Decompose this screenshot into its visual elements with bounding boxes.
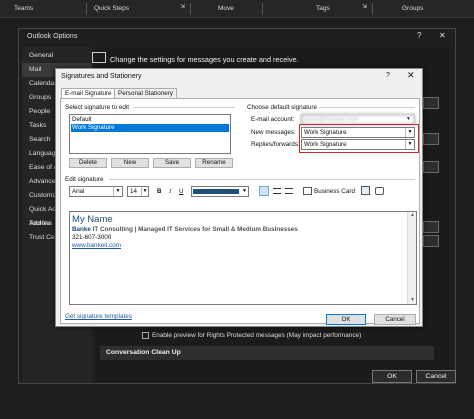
ribbon-group-tags: Tags	[316, 5, 330, 12]
divider	[133, 107, 235, 108]
scroll-up-icon[interactable]: ▲	[410, 212, 415, 218]
insert-hyperlink-icon[interactable]	[375, 187, 384, 195]
new-messages-value: Work Signature	[304, 129, 347, 136]
replies-forwards-label: Replies/forwards:	[251, 141, 300, 148]
options-side-button[interactable]	[423, 235, 439, 247]
ribbon-group-move: Move	[218, 5, 234, 12]
divider	[319, 107, 415, 108]
options-side-button[interactable]	[423, 97, 439, 109]
signature-editor[interactable]: My Name Banke IT Consulting | Managed IT…	[69, 211, 417, 305]
nav-item-general[interactable]: General	[22, 49, 92, 63]
signature-list[interactable]: Default Work Signature	[69, 114, 231, 154]
ribbon-divider	[190, 3, 191, 15]
options-cancel-button[interactable]: Cancel	[416, 370, 456, 383]
choose-default-label: Choose default signature	[247, 104, 318, 111]
business-card-button[interactable]: Business Card	[314, 188, 355, 195]
signature-company: Banke IT Consulting | Managed IT Service…	[72, 226, 298, 233]
select-signature-label: Select signature to edit	[65, 104, 130, 111]
ribbon-group-groups: Groups	[402, 5, 424, 12]
new-messages-label: New messages:	[251, 129, 296, 136]
options-side-button[interactable]	[423, 133, 439, 145]
font-color-select[interactable]: ▼	[191, 186, 249, 197]
scroll-down-icon[interactable]: ▼	[410, 297, 415, 303]
font-color-swatch	[193, 189, 239, 194]
ribbon-group-bar: Teams Quick Steps ⇲ Move Tags ⇲ Groups	[0, 0, 474, 18]
insert-picture-icon[interactable]	[361, 186, 370, 195]
signatures-dialog: Signatures and Stationery ? ✕ E-mail Sig…	[55, 68, 423, 327]
bold-button[interactable]: B	[157, 188, 161, 198]
email-signature-panel: Select signature to edit Default Work Si…	[60, 98, 420, 324]
new-messages-select[interactable]: Work Signature ▼	[301, 127, 415, 138]
window-title: Outlook Options	[27, 33, 78, 40]
section-title: Conversation Clean Up	[106, 349, 181, 356]
chevron-down-icon[interactable]: ▼	[113, 187, 122, 196]
signature-phone: 321-607-3000	[72, 234, 112, 241]
dialog-title: Signatures and Stationery	[61, 73, 142, 80]
chevron-down-icon[interactable]: ▼	[242, 188, 247, 194]
dialog-launcher-icon[interactable]: ⇲	[180, 3, 185, 10]
delete-button[interactable]: Delete	[69, 158, 107, 168]
divider	[109, 179, 415, 180]
close-button[interactable]: ✕	[407, 70, 415, 81]
get-signature-templates-link[interactable]: Get signature templates	[65, 313, 132, 320]
list-item[interactable]: Work Signature	[71, 124, 229, 132]
envelope-icon	[92, 52, 106, 63]
section-conversation-clean-up: Conversation Clean Up	[100, 346, 434, 360]
options-header-text: Change the settings for messages you cre…	[110, 55, 299, 64]
italic-button[interactable]: I	[169, 188, 171, 198]
ribbon-divider	[372, 3, 373, 15]
font-size-select[interactable]: 14 ▼	[127, 186, 149, 197]
email-account-label: E-mail account:	[251, 116, 295, 123]
irm-preview-label: Enable preview for Rights Protected mess…	[152, 332, 362, 339]
business-card-icon[interactable]	[303, 187, 312, 195]
font-size-value: 14	[130, 188, 137, 195]
rename-button[interactable]: Rename	[195, 158, 233, 168]
underline-button[interactable]: U	[179, 188, 183, 198]
signature-company-bold: Banke	[72, 226, 91, 233]
dialog-launcher-icon[interactable]: ⇲	[362, 3, 367, 10]
new-button[interactable]: New	[111, 158, 149, 168]
ribbon-group-quick-steps: Quick Steps	[94, 5, 130, 12]
align-left-icon[interactable]	[259, 186, 269, 196]
help-button[interactable]: ?	[386, 72, 390, 79]
align-right-icon[interactable]	[285, 188, 293, 194]
replies-forwards-value: Work Signature	[304, 141, 347, 148]
chevron-down-icon[interactable]: ▼	[405, 140, 414, 149]
replies-forwards-select[interactable]: Work Signature ▼	[301, 139, 415, 150]
chevron-down-icon[interactable]: ▼	[141, 187, 148, 196]
save-button[interactable]: Save	[153, 158, 191, 168]
signature-website-link[interactable]: www.bankeit.com	[72, 242, 121, 249]
signature-name: My Name	[72, 214, 113, 225]
list-item[interactable]: Default	[71, 116, 229, 124]
ribbon-divider	[262, 3, 263, 15]
edit-signature-label: Edit signature	[65, 176, 104, 183]
chevron-down-icon[interactable]: ▼	[406, 116, 411, 122]
options-ok-button[interactable]: OK	[372, 370, 412, 383]
options-side-button[interactable]	[423, 221, 439, 233]
signature-company-rest: IT Consulting | Managed IT Services for …	[90, 226, 298, 233]
align-center-icon[interactable]	[273, 188, 281, 194]
font-value: Arial	[72, 188, 85, 195]
ribbon-group-teams: Teams	[14, 5, 34, 12]
ribbon-divider	[86, 3, 87, 15]
options-side-button[interactable]	[423, 161, 439, 173]
chevron-down-icon[interactable]: ▼	[405, 128, 414, 137]
close-button[interactable]: ✕	[439, 31, 446, 40]
editor-scrollbar[interactable]: ▲ ▼	[407, 212, 416, 304]
help-button[interactable]: ?	[417, 31, 421, 40]
font-select[interactable]: Arial ▼	[69, 186, 123, 197]
cancel-button[interactable]: Cancel	[374, 314, 416, 325]
ok-button[interactable]: OK	[326, 314, 366, 325]
irm-preview-checkbox[interactable]	[142, 332, 149, 339]
